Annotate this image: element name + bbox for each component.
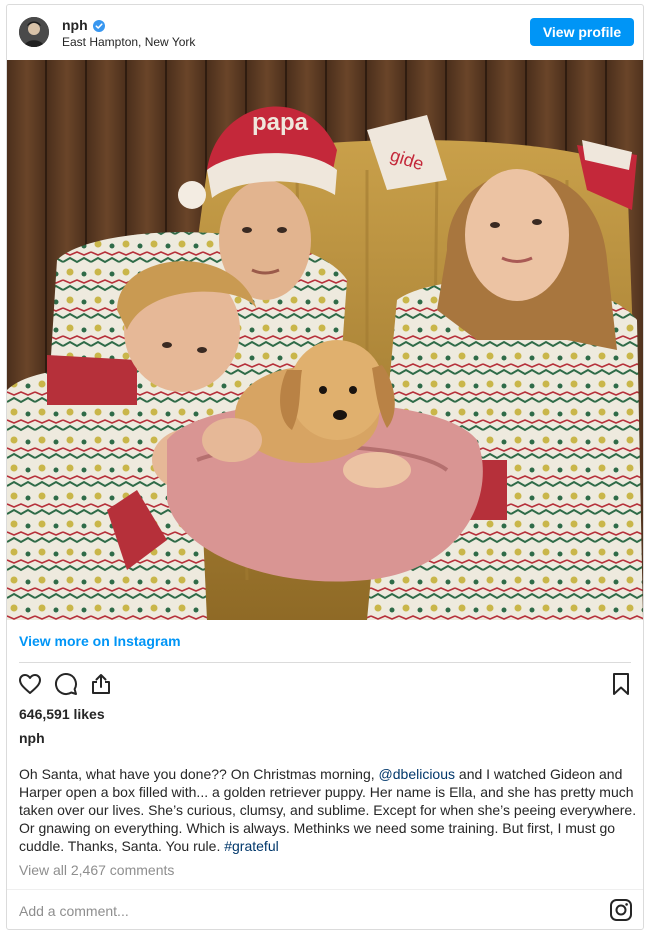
hat-text: papa (252, 109, 309, 136)
post-photo[interactable]: gide papa (7, 60, 643, 620)
username[interactable]: nph (62, 17, 88, 33)
instagram-icon[interactable] (609, 898, 633, 922)
post-owner-username[interactable]: nph (19, 730, 45, 746)
mention-link[interactable]: @dbelicious (379, 766, 455, 782)
comment-bubble-icon[interactable] (52, 670, 80, 698)
hashtag-link[interactable]: #grateful (224, 838, 278, 854)
post-location[interactable]: East Hampton, New York (62, 35, 195, 49)
view-more-link[interactable]: View more on Instagram (19, 633, 181, 649)
comment-bar (7, 890, 643, 930)
view-all-comments-link[interactable]: View all 2,467 comments (19, 862, 174, 878)
verified-badge-icon (92, 19, 105, 32)
divider (19, 662, 631, 663)
view-profile-button[interactable]: View profile (530, 18, 634, 46)
caption-text: Oh Santa, what have you done?? On Christ… (19, 766, 379, 782)
share-icon[interactable] (87, 670, 115, 698)
avatar[interactable] (19, 17, 49, 47)
like-count[interactable]: 646,591 likes (19, 706, 105, 722)
heart-icon[interactable] (16, 670, 44, 698)
comment-input[interactable] (19, 900, 579, 922)
instagram-embed-card: nph East Hampton, New York View profile (6, 4, 644, 930)
action-bar (7, 670, 643, 700)
username-row: nph (62, 17, 105, 33)
post-header: nph East Hampton, New York View profile (7, 5, 643, 60)
bookmark-icon[interactable] (607, 670, 635, 698)
post-caption: Oh Santa, what have you done?? On Christ… (19, 765, 637, 855)
